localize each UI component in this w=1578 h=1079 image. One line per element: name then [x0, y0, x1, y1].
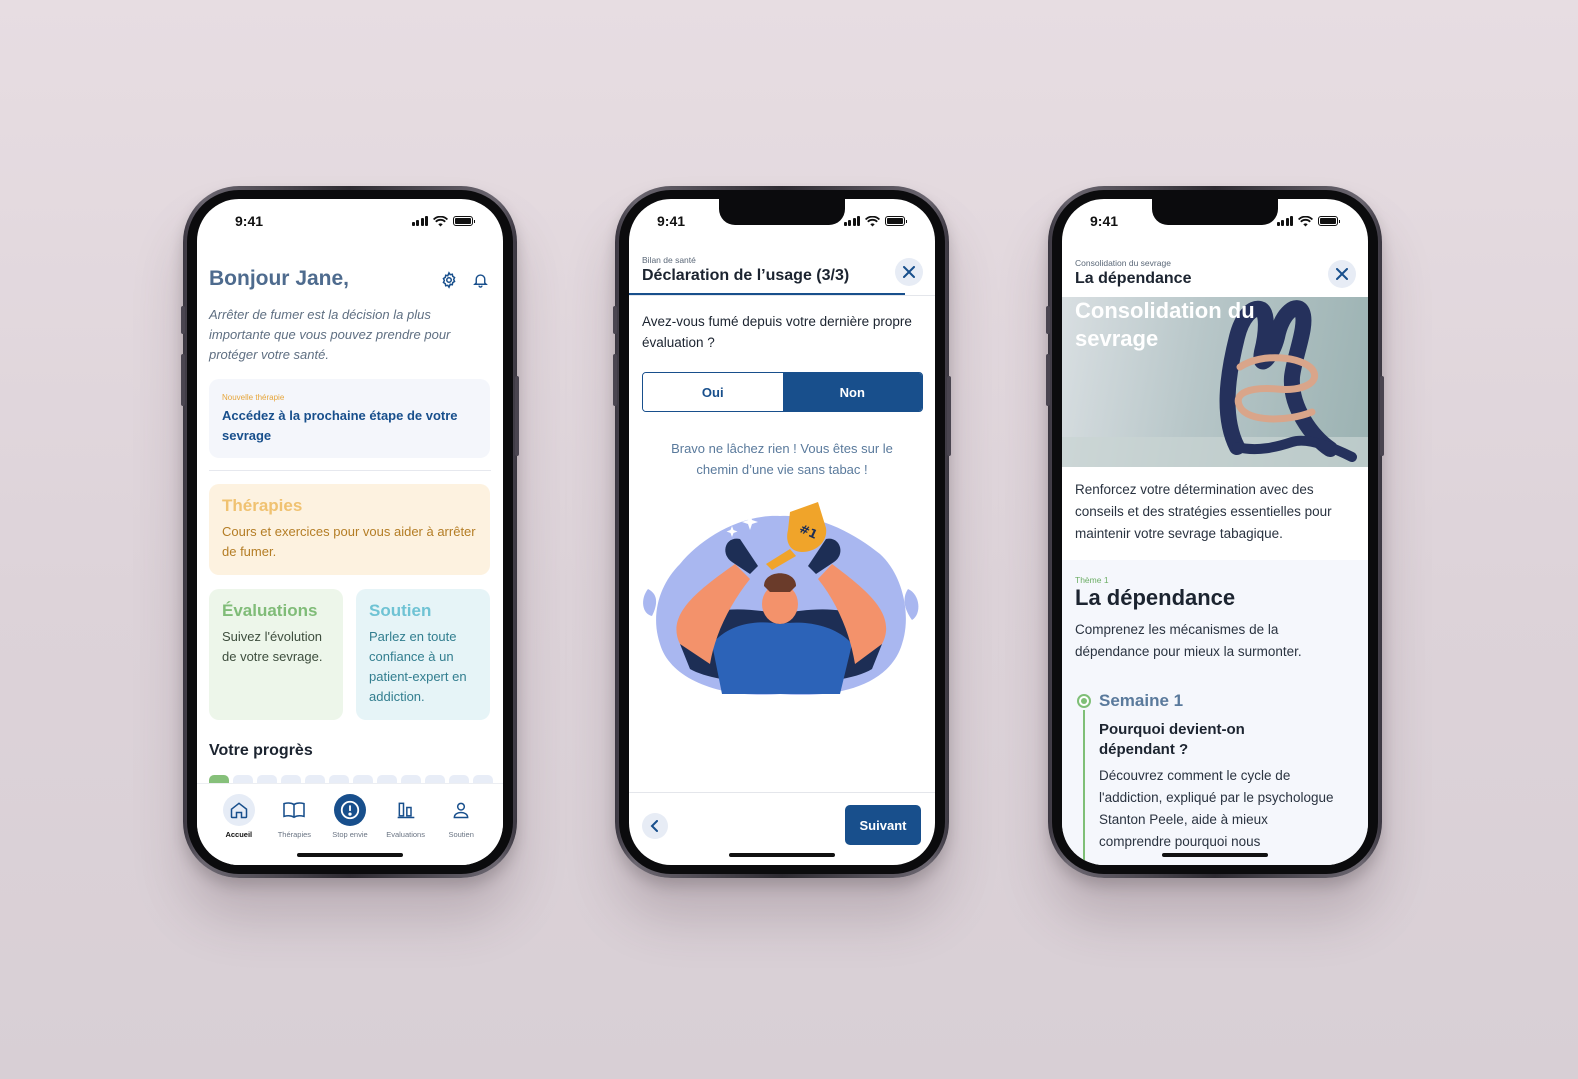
home-indicator — [1162, 853, 1268, 857]
home-indicator — [729, 853, 835, 857]
wifi-icon — [865, 215, 880, 226]
trophy-illustration: #1 — [643, 502, 919, 695]
settings-gear-icon[interactable] — [440, 271, 458, 289]
therapies-card[interactable]: Thérapies Cours et exercices pour vous a… — [209, 484, 490, 575]
lesson-subtitle: Consolidation du sevrage — [1075, 258, 1171, 268]
week-label: Semaine 1 — [1099, 691, 1184, 710]
soutien-card-title: Soutien — [369, 601, 432, 620]
signal-icon — [1276, 216, 1293, 226]
divider — [209, 470, 491, 471]
home-screen: 9:41 Bonjour Jane, Arrêter de fumer est … — [197, 199, 503, 865]
tab-soutien[interactable]: Soutien — [435, 794, 487, 865]
answer-segmented-control: Oui Non — [642, 372, 923, 412]
next-button[interactable]: Suivant — [845, 805, 921, 845]
footer-divider — [629, 792, 935, 793]
evaluations-card[interactable]: Évaluations Suivez l'évolution de votre … — [209, 589, 343, 720]
status-bar: 9:41 — [197, 199, 503, 243]
next-therapy-card[interactable]: Nouvelle thérapie Accédez à la prochaine… — [209, 379, 490, 458]
chevron-left-icon — [650, 820, 658, 832]
option-yes[interactable]: Oui — [643, 373, 783, 411]
phone-survey: 9:41 Bilan de santé Déclaration de l’usa… — [613, 186, 951, 878]
soutien-card-description: Parlez en toute confiance à un patient-e… — [369, 629, 467, 704]
signal-icon — [843, 216, 860, 226]
lesson-item-title[interactable]: Pourquoi devient-on dépendant ? — [1099, 720, 1319, 760]
lesson-title: La dépendance — [1075, 270, 1192, 287]
phone-lesson: 9:41 Consolidation du sevrage La dépenda… — [1046, 186, 1384, 878]
tab-label: Accueil — [225, 830, 253, 839]
soutien-card[interactable]: Soutien Parlez en toute confiance à un p… — [356, 589, 490, 720]
signal-icon — [411, 216, 428, 226]
evaluations-card-description: Suivez l'évolution de votre sevrage. — [222, 629, 323, 664]
wifi-icon — [1298, 215, 1313, 226]
survey-title: Déclaration de l’usage (3/3) — [642, 267, 850, 284]
timeline-dot — [1077, 694, 1091, 708]
progress-title: Votre progrès — [209, 742, 313, 759]
back-button[interactable] — [642, 813, 668, 839]
encouragement-message: Bravo ne lâchez rien ! Vous êtes sur le … — [671, 441, 893, 477]
chart-icon — [397, 802, 414, 819]
survey-question: Avez-vous fumé depuis votre dernière pro… — [642, 314, 912, 350]
evaluations-card-title: Évaluations — [222, 601, 318, 620]
status-time: 9:41 — [1090, 213, 1119, 229]
status-time: 9:41 — [235, 213, 264, 229]
theme-description: Comprenez les mécanismes de la dépendanc… — [1075, 622, 1302, 659]
battery-icon — [1318, 216, 1340, 226]
close-button[interactable] — [1328, 260, 1356, 288]
battery-icon — [885, 216, 907, 226]
lesson-intro: Renforcez votre détermination avec des c… — [1075, 482, 1332, 541]
therapies-card-title: Thérapies — [222, 496, 303, 515]
theme-tag: Thème 1 — [1075, 575, 1109, 585]
next-therapy-title: Accédez à la prochaine étape de votre se… — [222, 408, 458, 443]
home-indicator — [297, 853, 403, 857]
progress-underline — [629, 293, 905, 295]
theme-title: La dépendance — [1075, 585, 1236, 610]
close-icon — [903, 266, 915, 278]
survey-subtitle: Bilan de santé — [642, 255, 696, 265]
home-icon — [230, 802, 248, 819]
tab-label: Soutien — [448, 830, 474, 839]
tab-accueil[interactable]: Accueil — [213, 794, 265, 865]
therapies-card-description: Cours et exercices pour vous aider à arr… — [222, 524, 476, 559]
battery-icon — [453, 216, 475, 226]
home-intro: Arrêter de fumer est la décision la plus… — [209, 307, 451, 362]
book-icon — [283, 802, 306, 819]
option-no[interactable]: Non — [782, 373, 922, 411]
header-divider — [629, 295, 935, 296]
close-button[interactable] — [895, 258, 923, 286]
lesson-item-description: Découvrez comment le cycle de l'addictio… — [1099, 768, 1334, 849]
bell-icon[interactable] — [472, 271, 489, 289]
tab-label: Stop envie — [332, 830, 368, 839]
user-icon — [453, 802, 469, 819]
tab-label: Evaluations — [386, 830, 425, 839]
close-icon — [1336, 268, 1348, 280]
next-therapy-tag: Nouvelle thérapie — [222, 393, 285, 402]
greeting: Bonjour Jane, — [209, 267, 350, 290]
alert-icon — [340, 800, 360, 820]
hero-title: Consolidation du sevrage — [1075, 298, 1255, 351]
tab-label: Thérapies — [277, 830, 312, 839]
timeline-line — [1083, 710, 1085, 865]
phone-home: 9:41 Bonjour Jane, Arrêter de fumer est … — [181, 186, 519, 878]
wifi-icon — [433, 215, 448, 226]
survey-screen: 9:41 Bilan de santé Déclaration de l’usa… — [629, 199, 935, 865]
status-time: 9:41 — [657, 213, 686, 229]
lesson-screen: 9:41 Consolidation du sevrage La dépenda… — [1062, 199, 1368, 865]
